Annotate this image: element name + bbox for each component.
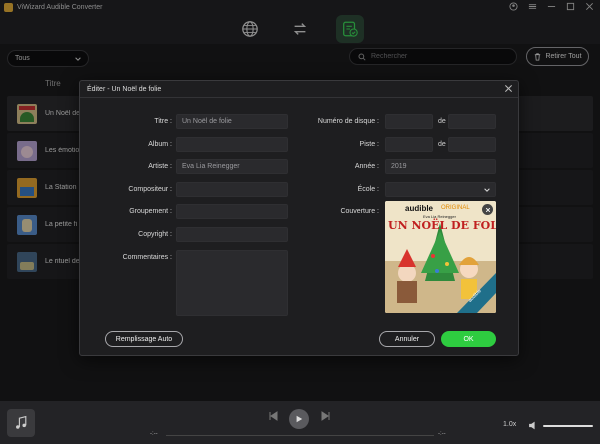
disc-number-label: Numéro de disque : (317, 118, 379, 125)
comments-field[interactable] (176, 250, 288, 316)
time-elapsed: -:-- (150, 431, 158, 437)
disc-of-label: de (438, 118, 446, 125)
comments-label: Commentaires : (122, 254, 172, 261)
track-of-label: de (438, 141, 446, 148)
play-icon (296, 415, 303, 423)
now-playing-artwork (7, 409, 35, 437)
close-icon[interactable] (504, 84, 513, 93)
composer-label: Compositeur : (128, 186, 172, 193)
artist-label: Artiste : (148, 163, 172, 170)
previous-icon[interactable] (268, 411, 278, 421)
track-label: Piste : (359, 141, 379, 148)
remove-cover-button[interactable] (482, 204, 493, 215)
genre-label: École : (357, 186, 379, 193)
track-total-field[interactable] (448, 137, 496, 152)
ok-button[interactable]: OK (441, 331, 496, 347)
cover-label: Couverture : (340, 208, 379, 215)
cover-brand: audible (405, 204, 434, 213)
next-icon[interactable] (321, 411, 331, 421)
dialog-title: Éditer - Un Noël de folie (80, 81, 518, 98)
progress-bar[interactable] (166, 435, 434, 436)
year-label: Année : (354, 163, 379, 170)
play-button[interactable] (289, 409, 309, 429)
autofill-button[interactable]: Remplissage Auto (105, 331, 183, 347)
close-icon (485, 207, 490, 212)
cancel-button[interactable]: Annuler (379, 331, 435, 347)
volume-icon[interactable] (528, 420, 539, 431)
cover-brand-suffix: ORIGINAL (441, 205, 470, 211)
chevron-down-icon (484, 188, 490, 192)
cover-image[interactable]: audible ORIGINAL Eva Lia Reinegger UN NO… (385, 201, 496, 313)
year-field[interactable]: 2019 (385, 159, 496, 174)
grouping-field[interactable] (176, 204, 288, 219)
composer-field[interactable] (176, 182, 288, 197)
copyright-label: Copyright : (138, 231, 172, 238)
title-field[interactable]: Un Noël de folie (176, 114, 288, 129)
cover-headline: UN NOËL DE FOLIE (388, 219, 496, 232)
playback-speed[interactable]: 1.0x (503, 421, 516, 428)
edit-dialog: Éditer - Un Noël de folie Titre : Un Noë… (79, 80, 519, 356)
copyright-field[interactable] (176, 227, 288, 242)
grouping-label: Groupement : (129, 208, 172, 215)
album-field[interactable] (176, 137, 288, 152)
genre-select[interactable] (385, 182, 496, 197)
artist-field[interactable]: Eva Lia Reinegger (176, 159, 288, 174)
title-label: Titre : (154, 118, 172, 125)
player-bar: -:-- -:-- 1.0x (0, 401, 600, 444)
volume-slider[interactable] (543, 425, 593, 427)
track-number-field[interactable] (385, 137, 433, 152)
disc-number-field[interactable] (385, 114, 433, 129)
music-note-icon (16, 415, 27, 429)
time-remaining: -:-- (438, 431, 446, 437)
album-label: Album : (148, 141, 172, 148)
disc-total-field[interactable] (448, 114, 496, 129)
